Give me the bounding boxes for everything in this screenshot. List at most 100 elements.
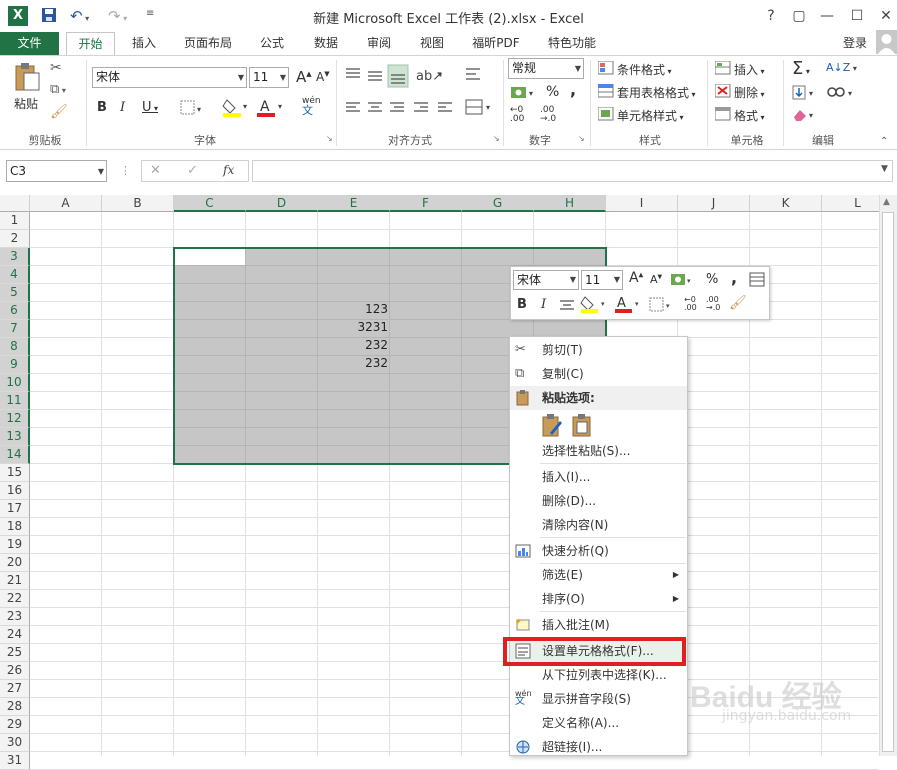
menu-item-sort[interactable]: 排序(O) ▶ <box>510 587 687 611</box>
row-header-7[interactable]: 7 <box>0 320 30 338</box>
menu-item-filter[interactable]: 筛选(E) ▶ <box>510 563 687 587</box>
row-header-16[interactable]: 16 <box>0 482 30 500</box>
column-header-g[interactable]: G <box>462 195 534 212</box>
row-header-13[interactable]: 13 <box>0 428 30 446</box>
menu-item-hyperlink[interactable]: 超链接(I)... <box>510 735 687 759</box>
number-format-select[interactable]: 常规 ▼ <box>508 58 584 79</box>
column-header-k[interactable]: K <box>750 195 822 212</box>
row-header-18[interactable]: 18 <box>0 518 30 536</box>
menu-item-delete[interactable]: 删除(D)... <box>510 489 687 513</box>
fill-icon[interactable]: ▾ <box>792 85 820 101</box>
row-header-26[interactable]: 26 <box>0 662 30 680</box>
column-header-f[interactable]: F <box>390 195 462 212</box>
column-header-j[interactable]: J <box>678 195 750 212</box>
grow-font-button[interactable]: A▲ <box>296 68 312 86</box>
cell-e8[interactable]: 232 <box>320 338 388 352</box>
table-format-button[interactable]: 套用表格格式 ▾ <box>617 84 696 101</box>
enter-icon[interactable]: ✓ <box>187 163 198 178</box>
mini-fill-color-icon[interactable]: ▾ <box>580 294 610 314</box>
row-header-25[interactable]: 25 <box>0 644 30 662</box>
close-button[interactable]: ✕ <box>875 6 897 26</box>
find-select-icon[interactable]: ▾ <box>826 85 856 101</box>
minimize-button[interactable]: — <box>816 6 838 26</box>
row-header-30[interactable]: 30 <box>0 734 30 752</box>
tab-page-layout[interactable]: 页面布局 <box>174 32 242 56</box>
number-dialog-launcher-icon[interactable]: ↘ <box>578 134 585 143</box>
avatar[interactable] <box>876 30 897 54</box>
login-link[interactable]: 登录 <box>838 32 872 56</box>
delete-cells-icon[interactable] <box>715 84 731 98</box>
row-header-4[interactable]: 4 <box>0 266 30 284</box>
maximize-button[interactable]: ☐ <box>846 6 868 26</box>
menu-item-define-name[interactable]: 定义名称(A)... <box>510 711 687 735</box>
column-header-d[interactable]: D <box>246 195 318 212</box>
decrease-decimal-icon[interactable]: .00 →.0 <box>540 106 556 124</box>
collapse-ribbon-icon[interactable]: ⌃ <box>880 136 888 147</box>
row-header-3[interactable]: 3 <box>0 248 30 266</box>
phonetic-guide-icon[interactable]: wén 文 <box>302 96 321 117</box>
row-header-11[interactable]: 11 <box>0 392 30 410</box>
tab-file[interactable]: 文件 <box>0 32 59 56</box>
tab-view[interactable]: 视图 <box>410 32 454 56</box>
insert-cells-icon[interactable] <box>715 61 731 75</box>
ribbon-display-button[interactable]: ▢ <box>788 6 810 26</box>
copy-icon[interactable]: ⧉ ▾ <box>50 82 66 97</box>
mini-grow-font-icon[interactable]: A▲ <box>629 270 643 286</box>
increase-decimal-icon[interactable]: ←0.00 <box>510 106 524 124</box>
italic-button[interactable]: I <box>120 100 125 115</box>
cell-e9[interactable]: 232 <box>320 356 388 370</box>
mini-font-select[interactable]: 宋体 ▼ <box>513 270 579 290</box>
select-all-corner[interactable] <box>0 195 30 212</box>
mini-format-painter-icon[interactable]: 🖌 <box>729 295 747 311</box>
row-header-8[interactable]: 8 <box>0 338 30 356</box>
underline-button[interactable]: U ▾ <box>142 100 158 115</box>
row-header-6[interactable]: 6 <box>0 302 30 320</box>
menu-item-phonetic[interactable]: wén 文 显示拼音字段(S) <box>510 687 687 711</box>
mini-increase-decimal-icon[interactable]: ←0.00 <box>684 296 697 312</box>
format-painter-icon[interactable]: 🖌 <box>50 104 68 120</box>
row-header-1[interactable]: 1 <box>0 212 30 230</box>
column-header-h[interactable]: H <box>534 195 606 212</box>
tab-review[interactable]: 审阅 <box>357 32 401 56</box>
paste-values-option-icon[interactable] <box>570 413 594 437</box>
shrink-font-button[interactable]: A▼ <box>316 70 330 84</box>
fill-color-icon[interactable]: ▾ <box>222 97 250 117</box>
format-cells-icon[interactable] <box>715 107 731 121</box>
cell-style-icon[interactable] <box>598 107 614 121</box>
formula-input[interactable] <box>252 160 893 182</box>
font-color-icon[interactable]: A ▾ <box>256 97 286 117</box>
menu-item-paste-special[interactable]: 选择性粘贴(S)... <box>510 439 687 463</box>
row-header-28[interactable]: 28 <box>0 698 30 716</box>
format-cells-button[interactable]: 格式 ▾ <box>734 107 765 124</box>
row-header-21[interactable]: 21 <box>0 572 30 590</box>
column-header-b[interactable]: B <box>102 195 174 212</box>
mini-size-select[interactable]: 11 ▼ <box>581 270 623 290</box>
row-header-24[interactable]: 24 <box>0 626 30 644</box>
row-header-17[interactable]: 17 <box>0 500 30 518</box>
border-icon[interactable]: ▾ <box>180 100 204 116</box>
row-header-29[interactable]: 29 <box>0 716 30 734</box>
mini-decrease-decimal-icon[interactable]: .00 →.0 <box>706 296 720 312</box>
conditional-format-button[interactable]: 条件格式 ▾ <box>617 61 672 78</box>
row-header-20[interactable]: 20 <box>0 554 30 572</box>
menu-item-pick-from-list[interactable]: 从下拉列表中选择(K)... <box>510 663 687 687</box>
column-header-c[interactable]: C <box>174 195 246 212</box>
scroll-up-icon[interactable]: ▲ <box>883 197 890 207</box>
row-header-14[interactable]: 14 <box>0 446 30 464</box>
row-header-22[interactable]: 22 <box>0 590 30 608</box>
mini-shrink-font-icon[interactable]: A▼ <box>650 273 662 286</box>
tab-data[interactable]: 数据 <box>304 32 348 56</box>
mini-border-icon[interactable]: ▾ <box>649 297 677 313</box>
row-header-5[interactable]: 5 <box>0 284 30 302</box>
mini-percent-button[interactable]: % <box>706 272 718 287</box>
menu-item-quick-analysis[interactable]: 快速分析(Q) <box>510 539 687 563</box>
delete-cells-button[interactable]: 删除 ▾ <box>734 84 765 101</box>
cell-style-button[interactable]: 单元格样式 ▾ <box>617 107 684 124</box>
sort-filter-icon[interactable]: A↓Z ▾ <box>826 61 857 74</box>
row-header-19[interactable]: 19 <box>0 536 30 554</box>
menu-item-clear-contents[interactable]: 清除内容(N) <box>510 513 687 537</box>
tab-insert[interactable]: 插入 <box>122 32 166 56</box>
row-header-12[interactable]: 12 <box>0 410 30 428</box>
accounting-format-icon[interactable]: ▾ <box>510 84 536 102</box>
font-dialog-launcher-icon[interactable]: ↘ <box>326 134 333 143</box>
